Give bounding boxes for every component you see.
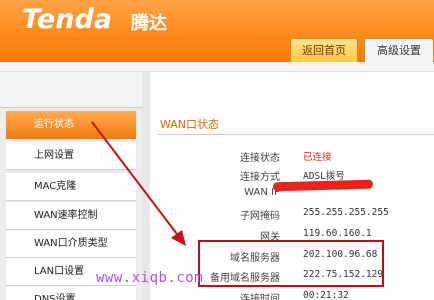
- watermark-text: www.xiqb.com: [96, 270, 204, 286]
- annotation-arrow: [91, 121, 186, 246]
